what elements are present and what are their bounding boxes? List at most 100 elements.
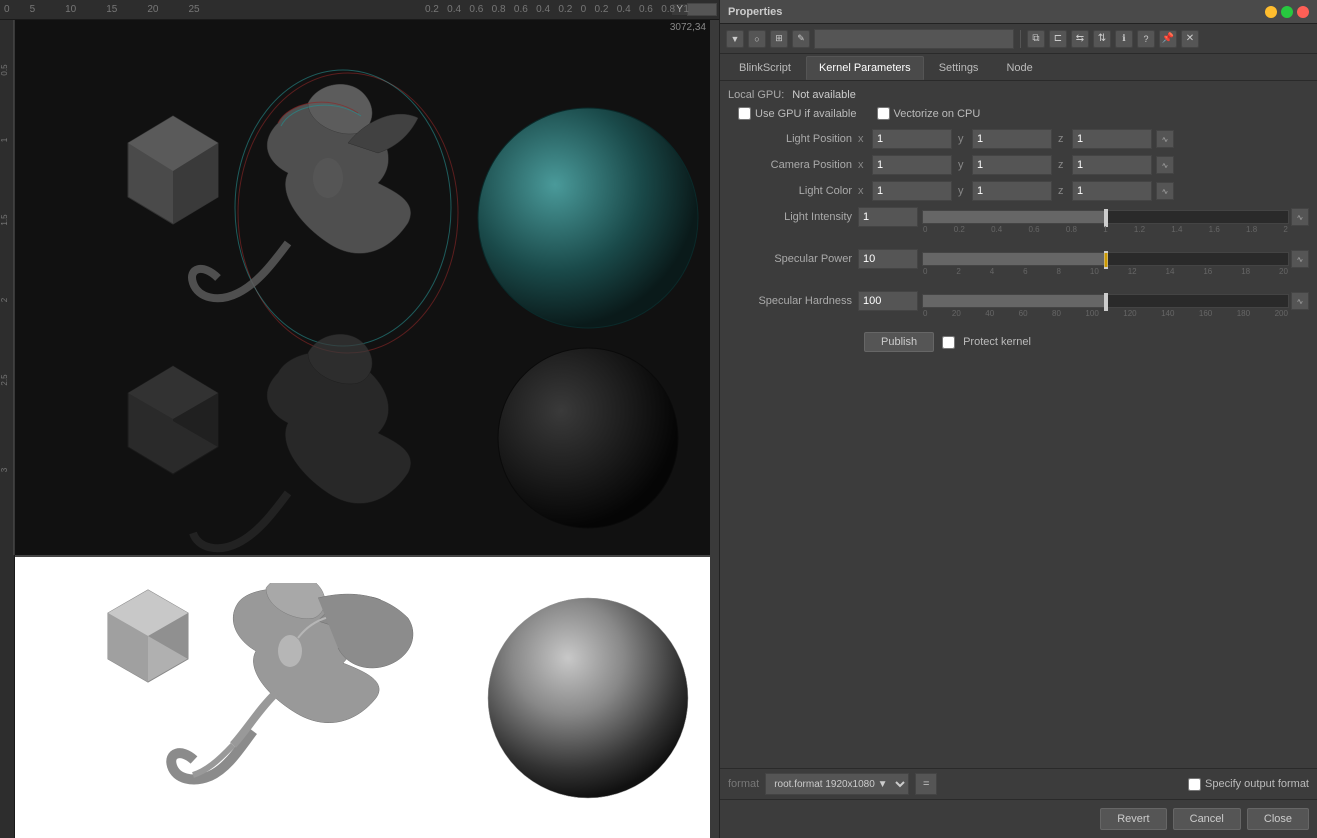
- specular-hardness-input[interactable]: [858, 291, 918, 311]
- specular-power-curve-btn[interactable]: ∿: [1291, 250, 1309, 268]
- light-color-label: Light Color: [728, 185, 858, 197]
- specular-power-row: Specular Power 02468101214161820 ∿: [728, 248, 1309, 270]
- format-row: format root.format 1920x1080 ▼ = Specify…: [720, 768, 1317, 799]
- panel-close-button[interactable]: [1297, 6, 1309, 18]
- light-position-xyz: x y z ∿: [858, 129, 1174, 149]
- revert-button[interactable]: Revert: [1100, 808, 1166, 830]
- specular-power-fill: [923, 253, 1106, 265]
- panel-toolbar: ▼ ○ ⊞ ✎ Blinn_Phong ⧉ ⊏ ⇆ ⇅ ℹ ? 📌 ✕: [720, 24, 1317, 54]
- cam-pos-x-axis: x: [858, 159, 868, 171]
- light-intensity-curve-btn[interactable]: ∿: [1291, 208, 1309, 226]
- vectorize-label: Vectorize on CPU: [894, 108, 981, 120]
- specular-hardness-row: Specular Hardness 0204060801001201401601…: [728, 290, 1309, 312]
- svg-text:2: 2: [0, 297, 9, 302]
- specular-power-marker: [1104, 253, 1107, 267]
- book-icon[interactable]: ⊞: [770, 30, 788, 48]
- paste-icon[interactable]: ⊏: [1049, 30, 1067, 48]
- panel-footer: Revert Cancel Close: [720, 799, 1317, 838]
- light-col-x-input[interactable]: [872, 181, 952, 201]
- cam-pos-x-input[interactable]: [872, 155, 952, 175]
- circle-icon[interactable]: ○: [748, 30, 766, 48]
- format-select[interactable]: root.format 1920x1080 ▼: [765, 773, 909, 795]
- specify-format-checkbox[interactable]: [1188, 778, 1201, 791]
- info-icon[interactable]: ℹ: [1115, 30, 1133, 48]
- panel-pin-close[interactable]: ✕: [1181, 30, 1199, 48]
- light-intensity-input[interactable]: [858, 207, 918, 227]
- cam-pos-z-axis: z: [1058, 159, 1068, 171]
- specular-hardness-section: Specular Hardness 0204060801001201401601…: [728, 290, 1309, 312]
- node-name-input[interactable]: Blinn_Phong: [814, 29, 1014, 49]
- close-button[interactable]: Close: [1247, 808, 1309, 830]
- pencil-icon[interactable]: ✎: [792, 30, 810, 48]
- svg-text:1.5: 1.5: [0, 214, 9, 226]
- camera-position-label: Camera Position: [728, 159, 858, 171]
- light-position-row: Light Position x y z ∿: [728, 128, 1309, 150]
- cam-pos-y-input[interactable]: [972, 155, 1052, 175]
- vectorize-checkbox[interactable]: [877, 107, 890, 120]
- light-pos-y-input[interactable]: [972, 129, 1052, 149]
- light-col-curve-btn[interactable]: ∿: [1156, 182, 1174, 200]
- light-col-z-input[interactable]: [1072, 181, 1152, 201]
- arrow-icon[interactable]: ▼: [726, 30, 744, 48]
- use-gpu-checkbox[interactable]: [738, 107, 751, 120]
- light-pos-z-axis: z: [1058, 133, 1068, 145]
- ruler-left: 0.5 1 1.5 2 2.5 3: [0, 20, 15, 838]
- light-col-z-axis: z: [1058, 185, 1068, 197]
- specular-hardness-ticks: 020406080100120140160180200: [923, 309, 1288, 318]
- cam-pos-curve-btn[interactable]: ∿: [1156, 156, 1174, 174]
- render-upper: [15, 20, 710, 555]
- light-pos-x-axis: x: [858, 133, 868, 145]
- cam-pos-z-input[interactable]: [1072, 155, 1152, 175]
- light-col-y-input[interactable]: [972, 181, 1052, 201]
- maximize-button[interactable]: [1281, 6, 1293, 18]
- pin-icon[interactable]: 📌: [1159, 30, 1177, 48]
- specular-power-ticks: 02468101214161820: [923, 267, 1288, 276]
- tab-node[interactable]: Node: [993, 56, 1045, 80]
- light-pos-z-input[interactable]: [1072, 129, 1152, 149]
- flip-v-icon[interactable]: ⇅: [1093, 30, 1111, 48]
- local-gpu-label: Local GPU:: [728, 89, 784, 101]
- light-intensity-section: Light Intensity 00.20.40.60.811.21.41.61…: [728, 206, 1309, 228]
- toolbar-separator: [1020, 30, 1021, 48]
- light-pos-curve-btn[interactable]: ∿: [1156, 130, 1174, 148]
- use-gpu-label: Use GPU if available: [755, 108, 857, 120]
- minimize-button[interactable]: [1265, 6, 1277, 18]
- copy-icon[interactable]: ⧉: [1027, 30, 1045, 48]
- local-gpu-value: Not available: [792, 89, 856, 101]
- publish-row: Publish Protect kernel: [728, 332, 1309, 352]
- panel-title: Properties: [728, 6, 782, 18]
- specular-hardness-curve-btn[interactable]: ∿: [1291, 292, 1309, 310]
- protect-kernel-checkbox[interactable]: [942, 336, 955, 349]
- titlebar-controls: [1265, 6, 1309, 18]
- light-intensity-fill: [923, 211, 1106, 223]
- tab-settings[interactable]: Settings: [926, 56, 992, 80]
- tab-blinkscript[interactable]: BlinkScript: [726, 56, 804, 80]
- camera-position-row: Camera Position x y z ∿: [728, 154, 1309, 176]
- svg-text:2.5: 2.5: [0, 374, 9, 386]
- light-position-label: Light Position: [728, 133, 858, 145]
- specular-hardness-fill: [923, 295, 1106, 307]
- light-pos-x-input[interactable]: [872, 129, 952, 149]
- light-intensity-track[interactable]: 00.20.40.60.811.21.41.61.82: [922, 210, 1289, 224]
- viewport: 3072,34 0.5 1 1.5 2 2.5 3: [0, 20, 710, 838]
- specular-power-track[interactable]: 02468101214161820: [922, 252, 1289, 266]
- question-icon[interactable]: ?: [1137, 30, 1155, 48]
- svg-text:3: 3: [0, 467, 9, 472]
- panel-tabs: BlinkScript Kernel Parameters Settings N…: [720, 54, 1317, 81]
- light-col-y-axis: y: [958, 185, 968, 197]
- tab-kernel-parameters[interactable]: Kernel Parameters: [806, 56, 924, 80]
- specify-format-label: Specify output format: [1205, 778, 1309, 790]
- svg-text:0.5: 0.5: [0, 64, 9, 76]
- format-eq-button[interactable]: =: [915, 773, 937, 795]
- flip-h-icon[interactable]: ⇆: [1071, 30, 1089, 48]
- use-gpu-row: Use GPU if available Vectorize on CPU: [728, 107, 1309, 120]
- viewport-coord: 3072,34: [670, 22, 706, 33]
- specular-hardness-track[interactable]: 020406080100120140160180200: [922, 294, 1289, 308]
- specular-power-section: Specular Power 02468101214161820 ∿: [728, 248, 1309, 270]
- light-color-row: Light Color x y z ∿: [728, 180, 1309, 202]
- publish-button[interactable]: Publish: [864, 332, 934, 352]
- cancel-button[interactable]: Cancel: [1173, 808, 1241, 830]
- panel-content: Local GPU: Not available Use GPU if avai…: [720, 81, 1317, 768]
- light-intensity-row: Light Intensity 00.20.40.60.811.21.41.61…: [728, 206, 1309, 228]
- specular-power-input[interactable]: [858, 249, 918, 269]
